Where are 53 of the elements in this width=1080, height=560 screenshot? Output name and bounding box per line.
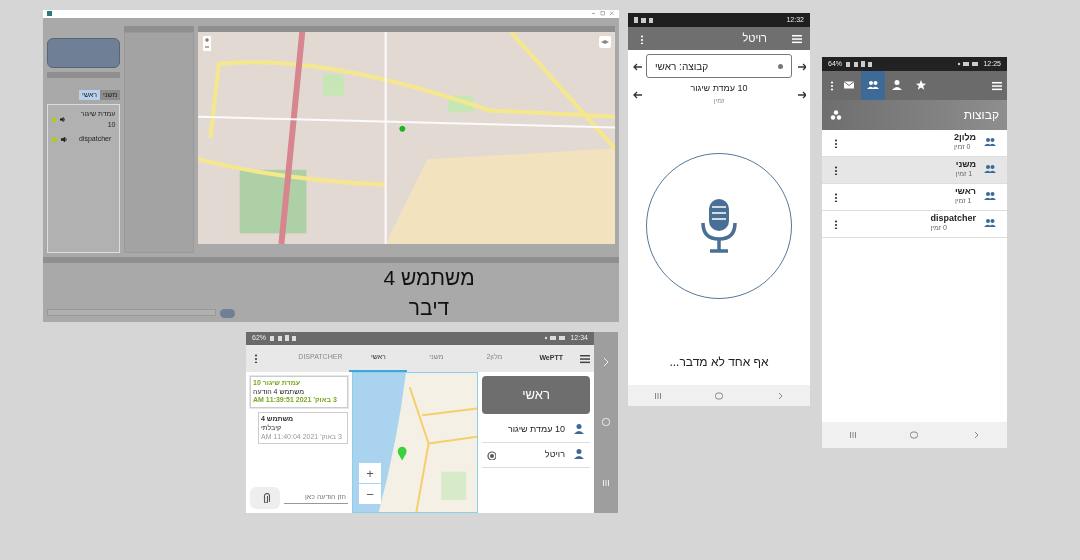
menu-icon[interactable] bbox=[791, 33, 802, 44]
dots-icon bbox=[830, 109, 842, 121]
group-icon[interactable] bbox=[866, 79, 880, 92]
mail-icon[interactable] bbox=[842, 79, 856, 92]
talk-status: אף אחד לא מדבר... bbox=[668, 354, 770, 371]
member-row[interactable]: רויטל bbox=[482, 442, 590, 468]
attach-button[interactable] bbox=[250, 487, 280, 509]
group-selector[interactable]: קבוצה: ראשי bbox=[646, 54, 792, 78]
member-name: 10 עמדת שיגור bbox=[506, 423, 565, 437]
status-dot-icon bbox=[778, 63, 783, 69]
group-name: מלון2 bbox=[953, 133, 976, 143]
status-icons-icon bbox=[846, 61, 872, 67]
location-icon bbox=[486, 449, 496, 460]
app-title: רויטל bbox=[742, 31, 767, 47]
talk-button[interactable] bbox=[47, 37, 121, 68]
member-name: 10 עמדת שיגור bbox=[690, 82, 748, 95]
menu-icon[interactable] bbox=[991, 79, 1003, 92]
speaker-icon bbox=[61, 137, 67, 143]
group-name: dispatcher bbox=[930, 214, 976, 224]
panel-header bbox=[124, 25, 194, 32]
arrow-left-icon[interactable] bbox=[632, 61, 642, 71]
speaker-icon bbox=[60, 117, 66, 123]
zoom-button[interactable]: + bbox=[359, 463, 381, 483]
arrow-right-icon[interactable] bbox=[796, 61, 806, 71]
person-icon[interactable] bbox=[573, 423, 586, 437]
recent-apps-icon[interactable] bbox=[847, 430, 858, 440]
notification-icons-icon bbox=[957, 61, 980, 67]
home-icon[interactable] bbox=[714, 390, 724, 401]
speaker-name: משתמש 4 bbox=[383, 265, 475, 292]
group-name: ראשי bbox=[954, 187, 976, 197]
home-icon[interactable] bbox=[909, 430, 920, 440]
group-name: משני bbox=[955, 160, 976, 170]
zoom-button[interactable]: − bbox=[359, 484, 381, 504]
star-icon[interactable] bbox=[914, 79, 928, 92]
member-name: רויטל bbox=[543, 448, 565, 462]
notification-icons-icon bbox=[544, 335, 567, 342]
person-icon[interactable] bbox=[890, 79, 904, 92]
section-title: קבוצות bbox=[963, 107, 999, 124]
map-zoom-control-icon[interactable] bbox=[203, 35, 211, 51]
app-icon bbox=[47, 11, 52, 17]
group-label: קבוצה: ראשי bbox=[655, 59, 709, 74]
talk-status: דיבר bbox=[408, 294, 450, 321]
microphone-icon bbox=[700, 199, 738, 253]
online-dot-icon bbox=[52, 137, 57, 143]
menu-icon[interactable] bbox=[579, 352, 590, 364]
arrow-right-icon[interactable] bbox=[796, 89, 806, 99]
online-dot-icon bbox=[52, 117, 57, 123]
member-row[interactable]: 10 עמדת שיגור bbox=[482, 417, 590, 443]
arrow-left-icon[interactable] bbox=[632, 89, 642, 99]
talk-button[interactable]: ראשי bbox=[482, 375, 590, 414]
status-icons-icon bbox=[270, 335, 296, 342]
person-icon[interactable] bbox=[573, 448, 586, 462]
recent-apps-icon[interactable] bbox=[653, 390, 664, 401]
